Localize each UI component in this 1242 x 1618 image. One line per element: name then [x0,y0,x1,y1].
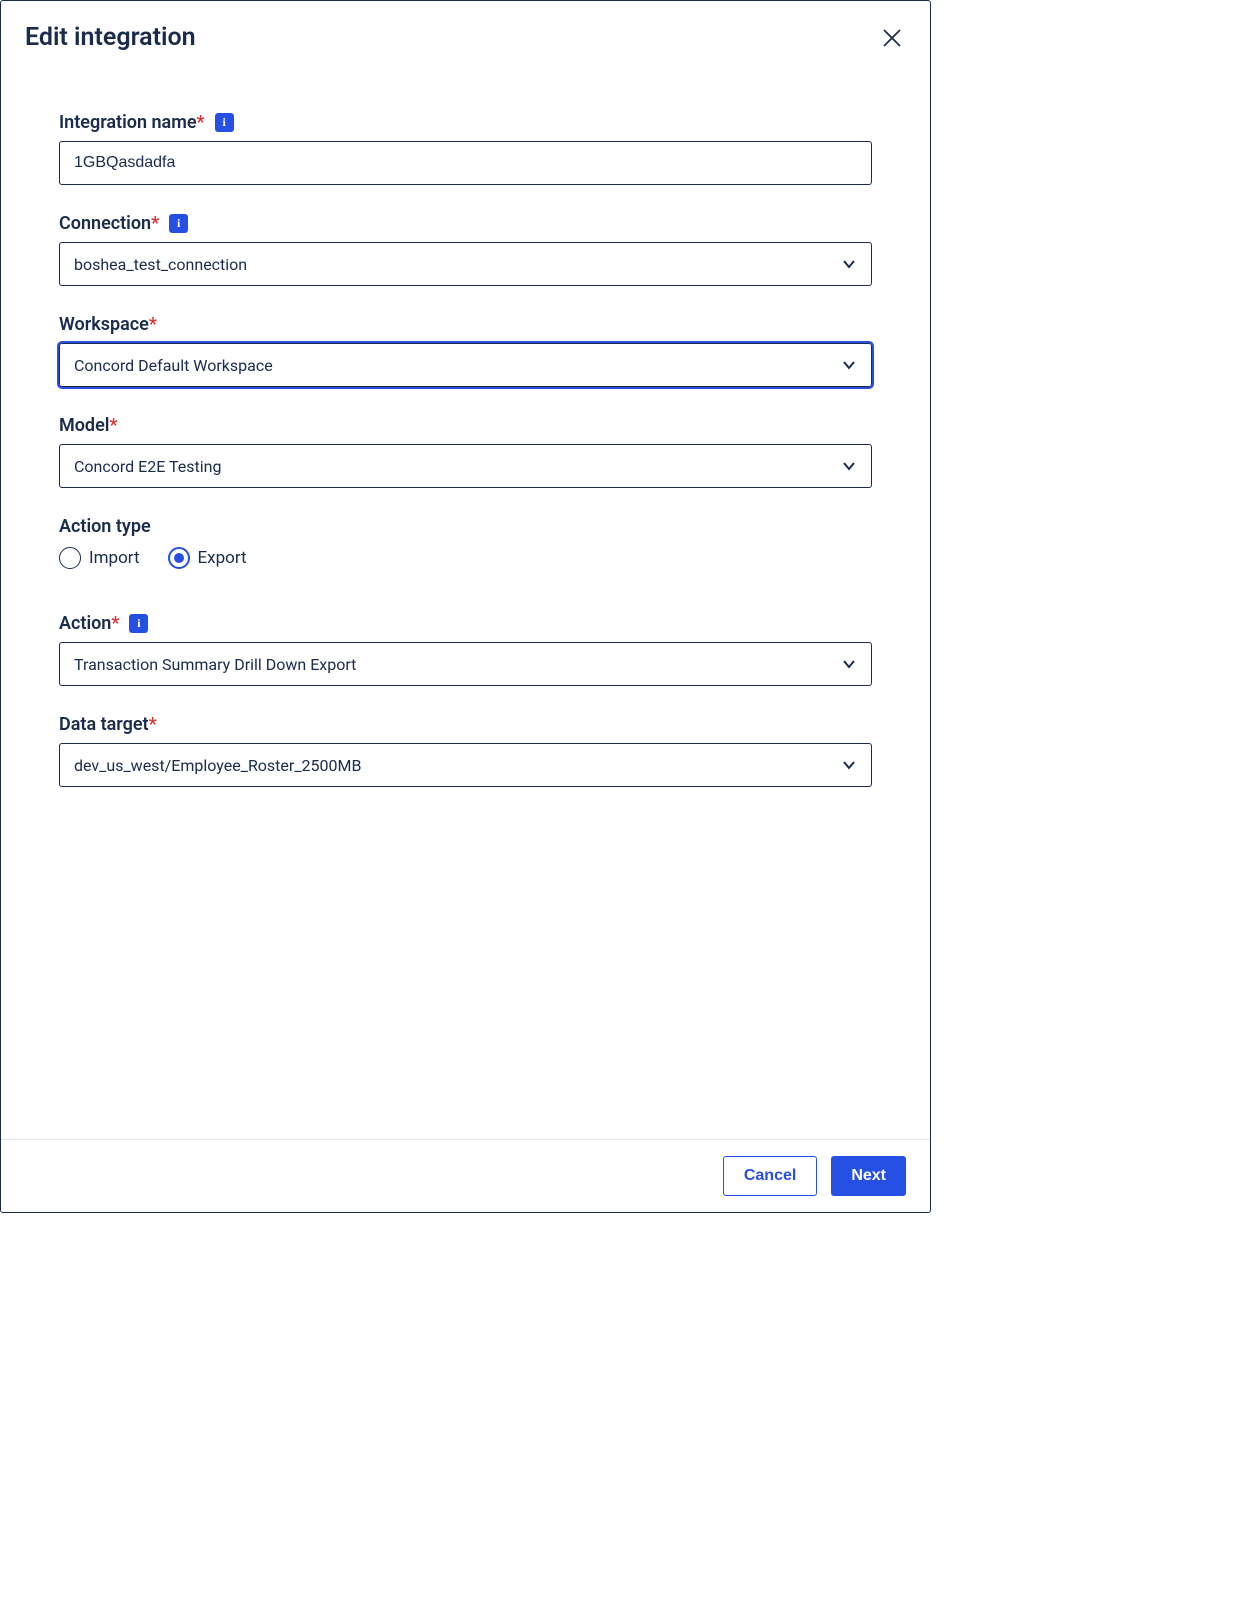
info-icon[interactable]: i [215,113,234,132]
info-icon[interactable]: i [169,214,188,233]
radio-import-label: Import [89,548,140,568]
action-type-label: Action type [59,516,151,537]
model-select[interactable]: Concord E2E Testing [59,444,872,488]
close-button[interactable] [878,24,906,52]
workspace-select[interactable]: Concord Default Workspace [59,343,872,387]
radio-export-label: Export [198,548,247,568]
modal-header: Edit integration [1,1,930,52]
chevron-down-icon [841,256,857,272]
chevron-down-icon [841,656,857,672]
workspace-field: Workspace* Concord Default Workspace [59,314,872,387]
field-label-row: Action* i [59,613,872,634]
field-label-row: Data target* [59,714,872,735]
required-indicator: * [111,613,119,634]
connection-select[interactable]: boshea_test_connection [59,242,872,286]
action-field: Action* i Transaction Summary Drill Down… [59,613,872,686]
integration-name-label: Integration name* [59,112,205,133]
radio-dot-icon [174,553,184,563]
required-indicator: * [149,714,157,735]
required-indicator: * [109,415,117,436]
model-label: Model* [59,415,118,436]
info-icon[interactable]: i [129,614,148,633]
radio-circle-icon [168,547,190,569]
action-label: Action* [59,613,119,634]
close-icon [881,27,903,49]
model-field: Model* Concord E2E Testing [59,415,872,488]
data-target-select[interactable]: dev_us_west/Employee_Roster_2500MB [59,743,872,787]
workspace-label: Workspace* [59,314,157,335]
model-value: Concord E2E Testing [74,457,221,476]
chevron-down-icon [841,357,857,373]
cancel-button[interactable]: Cancel [723,1156,817,1196]
field-label-row: Action type [59,516,872,537]
radio-import[interactable]: Import [59,547,140,569]
workspace-value: Concord Default Workspace [74,356,273,375]
chevron-down-icon [841,458,857,474]
field-label-row: Model* [59,415,872,436]
data-target-value: dev_us_west/Employee_Roster_2500MB [74,756,361,775]
connection-field: Connection* i boshea_test_connection [59,213,872,286]
modal-body: Integration name* i Connection* i boshea… [1,52,930,1139]
integration-name-input[interactable] [59,141,872,185]
field-label-row: Connection* i [59,213,872,234]
edit-integration-modal: Edit integration Integration name* i Con… [0,0,931,1213]
action-value: Transaction Summary Drill Down Export [74,655,356,674]
data-target-field: Data target* dev_us_west/Employee_Roster… [59,714,872,787]
data-target-label: Data target* [59,714,157,735]
field-label-row: Integration name* i [59,112,872,133]
action-type-field: Action type Import Export [59,516,872,569]
connection-value: boshea_test_connection [74,255,247,274]
action-select[interactable]: Transaction Summary Drill Down Export [59,642,872,686]
connection-label: Connection* [59,213,159,234]
radio-export[interactable]: Export [168,547,247,569]
required-indicator: * [149,314,157,335]
action-type-radio-group: Import Export [59,547,872,569]
field-label-row: Workspace* [59,314,872,335]
chevron-down-icon [841,757,857,773]
modal-footer: Cancel Next [1,1139,930,1212]
required-indicator: * [197,112,205,133]
modal-title: Edit integration [25,23,196,52]
required-indicator: * [151,213,159,234]
integration-name-field: Integration name* i [59,112,872,185]
next-button[interactable]: Next [831,1156,906,1196]
radio-circle-icon [59,547,81,569]
